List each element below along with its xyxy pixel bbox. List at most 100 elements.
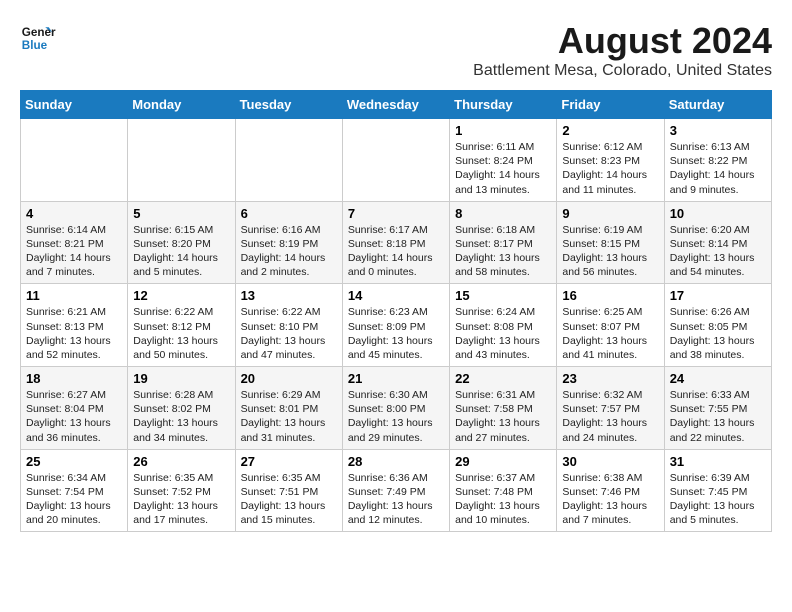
logo-icon: General Blue xyxy=(20,20,56,56)
day-number: 6 xyxy=(241,206,337,221)
day-number: 14 xyxy=(348,288,444,303)
calendar-week-3: 11Sunrise: 6:21 AMSunset: 8:13 PMDayligh… xyxy=(21,284,772,367)
day-info: Sunrise: 6:37 AMSunset: 7:48 PMDaylight:… xyxy=(455,471,551,528)
day-number: 16 xyxy=(562,288,658,303)
calendar-cell: 7 Sunrise: 6:17 AMSunset: 8:18 PMDaylight… xyxy=(342,201,449,284)
calendar-cell: 24 Sunrise: 6:33 AMSunset: 7:55 PMDayligh… xyxy=(664,367,771,450)
day-number: 21 xyxy=(348,371,444,386)
day-number: 9 xyxy=(562,206,658,221)
day-info: Sunrise: 6:38 AMSunset: 7:46 PMDaylight:… xyxy=(562,471,658,528)
calendar-cell: 21 Sunrise: 6:30 AMSunset: 8:00 PMDayligh… xyxy=(342,367,449,450)
day-info: Sunrise: 6:19 AMSunset: 8:15 PMDaylight:… xyxy=(562,223,658,280)
title-section: August 2024 Battlement Mesa, Colorado, U… xyxy=(473,20,772,80)
day-number: 4 xyxy=(26,206,122,221)
calendar-cell: 9 Sunrise: 6:19 AMSunset: 8:15 PMDaylight… xyxy=(557,201,664,284)
calendar-cell: 17Sunrise: 6:26 AMSunset: 8:05 PMDayligh… xyxy=(664,284,771,367)
calendar-cell: 16 Sunrise: 6:25 AMSunset: 8:07 PMDayligh… xyxy=(557,284,664,367)
day-info: Sunrise: 6:13 AMSunset: 8:22 PMDaylight:… xyxy=(670,140,766,197)
weekday-header-friday: Friday xyxy=(557,91,664,119)
header: General Blue August 2024 Battlement Mesa… xyxy=(20,20,772,80)
day-number: 25 xyxy=(26,454,122,469)
day-info: Sunrise: 6:14 AMSunset: 8:21 PMDaylight:… xyxy=(26,223,122,280)
calendar-cell: 27 Sunrise: 6:35 AMSunset: 7:51 PMDayligh… xyxy=(235,449,342,532)
calendar-cell xyxy=(21,119,128,202)
day-info: Sunrise: 6:36 AMSunset: 7:49 PMDaylight:… xyxy=(348,471,444,528)
calendar-cell: 30 Sunrise: 6:38 AMSunset: 7:46 PMDayligh… xyxy=(557,449,664,532)
calendar-cell: 15Sunrise: 6:24 AMSunset: 8:08 PMDayligh… xyxy=(450,284,557,367)
day-info: Sunrise: 6:17 AMSunset: 8:18 PMDaylight:… xyxy=(348,223,444,280)
weekday-header-tuesday: Tuesday xyxy=(235,91,342,119)
day-info: Sunrise: 6:33 AMSunset: 7:55 PMDaylight:… xyxy=(670,388,766,445)
calendar-cell: 14 Sunrise: 6:23 AMSunset: 8:09 PMDayligh… xyxy=(342,284,449,367)
day-number: 27 xyxy=(241,454,337,469)
day-number: 11 xyxy=(26,288,122,303)
day-number: 29 xyxy=(455,454,551,469)
calendar-cell: 11Sunrise: 6:21 AMSunset: 8:13 PMDayligh… xyxy=(21,284,128,367)
calendar-header-row: SundayMondayTuesdayWednesdayThursdayFrid… xyxy=(21,91,772,119)
day-number: 13 xyxy=(241,288,337,303)
day-number: 1 xyxy=(455,123,551,138)
day-number: 19 xyxy=(133,371,229,386)
calendar-cell: 23 Sunrise: 6:32 AMSunset: 7:57 PMDayligh… xyxy=(557,367,664,450)
day-number: 23 xyxy=(562,371,658,386)
weekday-header-saturday: Saturday xyxy=(664,91,771,119)
day-info: Sunrise: 6:16 AMSunset: 8:19 PMDaylight:… xyxy=(241,223,337,280)
calendar-cell: 22Sunrise: 6:31 AMSunset: 7:58 PMDayligh… xyxy=(450,367,557,450)
day-number: 18 xyxy=(26,371,122,386)
day-number: 26 xyxy=(133,454,229,469)
calendar-cell: 5 Sunrise: 6:15 AMSunset: 8:20 PMDaylight… xyxy=(128,201,235,284)
day-info: Sunrise: 6:23 AMSunset: 8:09 PMDaylight:… xyxy=(348,305,444,362)
calendar-cell: 8Sunrise: 6:18 AMSunset: 8:17 PMDaylight… xyxy=(450,201,557,284)
day-number: 31 xyxy=(670,454,766,469)
day-info: Sunrise: 6:15 AMSunset: 8:20 PMDaylight:… xyxy=(133,223,229,280)
calendar-cell: 19 Sunrise: 6:28 AMSunset: 8:02 PMDayligh… xyxy=(128,367,235,450)
calendar-cell: 28Sunrise: 6:36 AMSunset: 7:49 PMDayligh… xyxy=(342,449,449,532)
calendar-cell: 29 Sunrise: 6:37 AMSunset: 7:48 PMDayligh… xyxy=(450,449,557,532)
calendar-cell: 26 Sunrise: 6:35 AMSunset: 7:52 PMDayligh… xyxy=(128,449,235,532)
day-info: Sunrise: 6:22 AMSunset: 8:12 PMDaylight:… xyxy=(133,305,229,362)
day-number: 24 xyxy=(670,371,766,386)
calendar-cell: 1 Sunrise: 6:11 AMSunset: 8:24 PMDaylight… xyxy=(450,119,557,202)
day-info: Sunrise: 6:11 AMSunset: 8:24 PMDaylight:… xyxy=(455,140,551,197)
calendar-week-5: 25 Sunrise: 6:34 AMSunset: 7:54 PMDayligh… xyxy=(21,449,772,532)
calendar-cell: 25 Sunrise: 6:34 AMSunset: 7:54 PMDayligh… xyxy=(21,449,128,532)
day-info: Sunrise: 6:29 AMSunset: 8:01 PMDaylight:… xyxy=(241,388,337,445)
calendar-week-4: 18Sunrise: 6:27 AMSunset: 8:04 PMDayligh… xyxy=(21,367,772,450)
day-info: Sunrise: 6:22 AMSunset: 8:10 PMDaylight:… xyxy=(241,305,337,362)
month-year-title: August 2024 xyxy=(473,20,772,62)
day-info: Sunrise: 6:35 AMSunset: 7:52 PMDaylight:… xyxy=(133,471,229,528)
calendar-cell: 3 Sunrise: 6:13 AMSunset: 8:22 PMDaylight… xyxy=(664,119,771,202)
calendar-cell xyxy=(342,119,449,202)
day-number: 15 xyxy=(455,288,551,303)
day-number: 7 xyxy=(348,206,444,221)
day-number: 20 xyxy=(241,371,337,386)
day-info: Sunrise: 6:18 AMSunset: 8:17 PMDaylight:… xyxy=(455,223,551,280)
day-info: Sunrise: 6:35 AMSunset: 7:51 PMDaylight:… xyxy=(241,471,337,528)
day-info: Sunrise: 6:34 AMSunset: 7:54 PMDaylight:… xyxy=(26,471,122,528)
calendar-cell: 31Sunrise: 6:39 AMSunset: 7:45 PMDayligh… xyxy=(664,449,771,532)
day-info: Sunrise: 6:25 AMSunset: 8:07 PMDaylight:… xyxy=(562,305,658,362)
day-number: 5 xyxy=(133,206,229,221)
calendar-table: SundayMondayTuesdayWednesdayThursdayFrid… xyxy=(20,90,772,532)
calendar-week-1: 1 Sunrise: 6:11 AMSunset: 8:24 PMDaylight… xyxy=(21,119,772,202)
calendar-cell xyxy=(235,119,342,202)
day-number: 30 xyxy=(562,454,658,469)
day-info: Sunrise: 6:12 AMSunset: 8:23 PMDaylight:… xyxy=(562,140,658,197)
calendar-cell: 18Sunrise: 6:27 AMSunset: 8:04 PMDayligh… xyxy=(21,367,128,450)
day-info: Sunrise: 6:32 AMSunset: 7:57 PMDaylight:… xyxy=(562,388,658,445)
day-number: 12 xyxy=(133,288,229,303)
calendar-week-2: 4 Sunrise: 6:14 AMSunset: 8:21 PMDaylight… xyxy=(21,201,772,284)
calendar-cell xyxy=(128,119,235,202)
day-info: Sunrise: 6:20 AMSunset: 8:14 PMDaylight:… xyxy=(670,223,766,280)
calendar-cell: 2Sunrise: 6:12 AMSunset: 8:23 PMDaylight… xyxy=(557,119,664,202)
location-subtitle: Battlement Mesa, Colorado, United States xyxy=(473,62,772,80)
day-number: 3 xyxy=(670,123,766,138)
weekday-header-wednesday: Wednesday xyxy=(342,91,449,119)
day-number: 10 xyxy=(670,206,766,221)
logo: General Blue xyxy=(20,20,56,56)
calendar-cell: 4 Sunrise: 6:14 AMSunset: 8:21 PMDaylight… xyxy=(21,201,128,284)
day-number: 17 xyxy=(670,288,766,303)
day-info: Sunrise: 6:30 AMSunset: 8:00 PMDaylight:… xyxy=(348,388,444,445)
weekday-header-thursday: Thursday xyxy=(450,91,557,119)
day-info: Sunrise: 6:28 AMSunset: 8:02 PMDaylight:… xyxy=(133,388,229,445)
